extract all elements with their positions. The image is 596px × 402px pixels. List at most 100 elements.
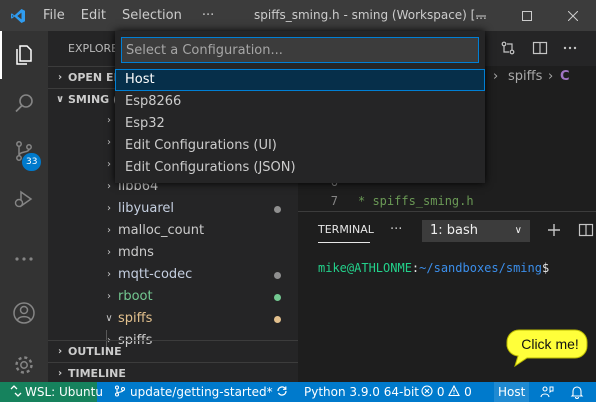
chevron-right-icon: › <box>107 181 111 192</box>
configuration-option[interactable]: Edit Configurations (JSON) <box>115 157 485 179</box>
python-interpreter[interactable]: Python 3.9.0 64-bit <box>304 382 419 402</box>
problems-indicator[interactable]: 0 0 <box>421 382 472 402</box>
settings-gear-icon <box>15 356 33 374</box>
terminal-select[interactable]: 1: bash ∨ <box>422 220 530 242</box>
git-status-dot <box>274 272 281 279</box>
git-status-dot <box>274 206 281 213</box>
minimize-icon <box>476 15 486 16</box>
chevron-down-icon: ∨ <box>514 225 522 236</box>
split-terminal-icon <box>578 223 594 237</box>
close-window-button[interactable] <box>550 0 596 31</box>
search-icon <box>15 94 33 113</box>
remote-label: WSL: Ubuntu <box>25 385 103 399</box>
breadcrumb-separator: › <box>548 69 554 84</box>
account-icon <box>13 302 35 324</box>
editor-more-actions-button[interactable] <box>560 38 580 58</box>
tree-item[interactable]: › libyuarel <box>48 198 298 220</box>
timeline-section[interactable]: › TIMELINE <box>48 362 298 382</box>
status-bar: WSL: Ubuntu update/getting-started* Pyth… <box>0 382 596 402</box>
compare-changes-icon <box>501 41 515 55</box>
chevron-right-icon: › <box>57 345 63 357</box>
c-header-file-icon: C <box>560 69 570 84</box>
error-icon <box>421 385 433 397</box>
branch-indicator[interactable]: update/getting-started* <box>114 382 273 402</box>
split-editor-button[interactable] <box>530 38 550 58</box>
breadcrumb-separator: › <box>493 69 499 84</box>
error-count: 0 <box>436 385 445 399</box>
minimize-button[interactable] <box>458 0 504 31</box>
outline-label: OUTLINE <box>68 344 122 358</box>
vscode-logo-icon <box>0 0 35 31</box>
tree-item-label: spiffs <box>118 311 153 326</box>
split-editor-icon <box>532 41 548 55</box>
tree-item-label: libyuarel <box>118 201 175 216</box>
warning-icon <box>448 384 461 397</box>
tree-item[interactable]: › mdns <box>48 242 298 264</box>
prompt-user: mike@ATHLONME <box>318 261 412 275</box>
panel-more-button[interactable]: ··· <box>390 212 402 247</box>
chevron-right-icon: › <box>107 203 111 214</box>
active-indicator <box>0 31 2 79</box>
chevron-right-icon: › <box>107 115 111 126</box>
menu-selection[interactable]: Selection <box>114 0 190 31</box>
more-activity[interactable] <box>0 235 48 283</box>
chevron-down-icon: ∨ <box>55 93 65 105</box>
menu-more-button[interactable]: ··· <box>190 0 226 31</box>
prompt-dollar: $ <box>541 261 550 275</box>
tree-item[interactable]: ∨ spiffs <box>48 308 298 330</box>
git-status-dot <box>274 294 281 301</box>
menu-file[interactable]: File <box>35 0 73 31</box>
tree-item-label: mdns <box>118 245 154 260</box>
configuration-quick-pick: HostEsp8266Esp32Edit Configurations (UI)… <box>115 31 485 183</box>
menu-edit[interactable]: Edit <box>73 0 114 31</box>
configuration-option[interactable]: Edit Configurations (UI) <box>115 135 485 157</box>
tree-item[interactable]: › malloc_count <box>48 220 298 242</box>
click-me-callout: Click me! <box>505 328 589 368</box>
explorer-activity[interactable] <box>0 31 48 79</box>
remote-indicator[interactable]: WSL: Ubuntu <box>0 382 103 402</box>
run-debug-icon <box>14 190 33 208</box>
warning-count: 0 <box>464 385 472 399</box>
configuration-option[interactable]: Host <box>115 69 485 91</box>
git-status-dot <box>274 316 281 323</box>
bell-icon <box>570 386 584 399</box>
tree-item-label: rboot <box>118 289 153 304</box>
sync-icon <box>277 386 287 396</box>
chevron-right-icon: › <box>107 247 111 258</box>
tree-item[interactable]: › rboot <box>48 286 298 308</box>
terminal-prompt[interactable]: mike@ATHLONME:~/sandboxes/sming$ <box>318 261 549 275</box>
timeline-label: TIMELINE <box>68 366 126 380</box>
new-terminal-button[interactable] <box>544 220 564 240</box>
notifications-button[interactable] <box>570 385 584 402</box>
maximize-button[interactable] <box>504 0 550 31</box>
configuration-option[interactable]: Esp8266 <box>115 91 485 113</box>
code-line: 7 * spiffs_sming.h <box>298 192 596 211</box>
chevron-right-icon: › <box>107 137 111 148</box>
split-terminal-button[interactable] <box>576 220 596 240</box>
run-debug-activity[interactable] <box>0 175 48 223</box>
feedback-button[interactable] <box>540 385 554 402</box>
search-activity[interactable] <box>0 79 48 127</box>
host-config-button[interactable]: Host <box>494 382 530 402</box>
activity-bar: 33 <box>0 31 48 382</box>
open-changes-button[interactable] <box>498 38 518 58</box>
sync-button[interactable] <box>276 382 288 402</box>
accounts-activity[interactable] <box>0 289 48 337</box>
tree-item[interactable]: › mqtt-codec <box>48 264 298 286</box>
plus-icon <box>548 224 560 236</box>
configuration-option[interactable]: Esp32 <box>115 113 485 135</box>
close-icon <box>568 10 578 21</box>
breadcrumb-folder[interactable]: spiffs <box>508 66 542 88</box>
source-control-activity[interactable]: 33 <box>0 127 48 175</box>
outline-section[interactable]: › OUTLINE <box>48 340 298 362</box>
branch-label: update/getting-started* <box>130 385 273 399</box>
maximize-icon <box>522 10 532 21</box>
terminal-select-value: 1: bash <box>430 223 479 238</box>
chevron-right-icon: › <box>107 225 111 236</box>
active-tab-indicator <box>318 242 370 243</box>
tree-item-label: mqtt-codec <box>118 267 193 282</box>
workspace-label: SMING ( <box>68 92 119 106</box>
git-branch-icon <box>114 385 126 397</box>
configuration-search-input[interactable] <box>121 37 479 63</box>
code-comment: * spiffs_sming.h <box>358 194 474 208</box>
